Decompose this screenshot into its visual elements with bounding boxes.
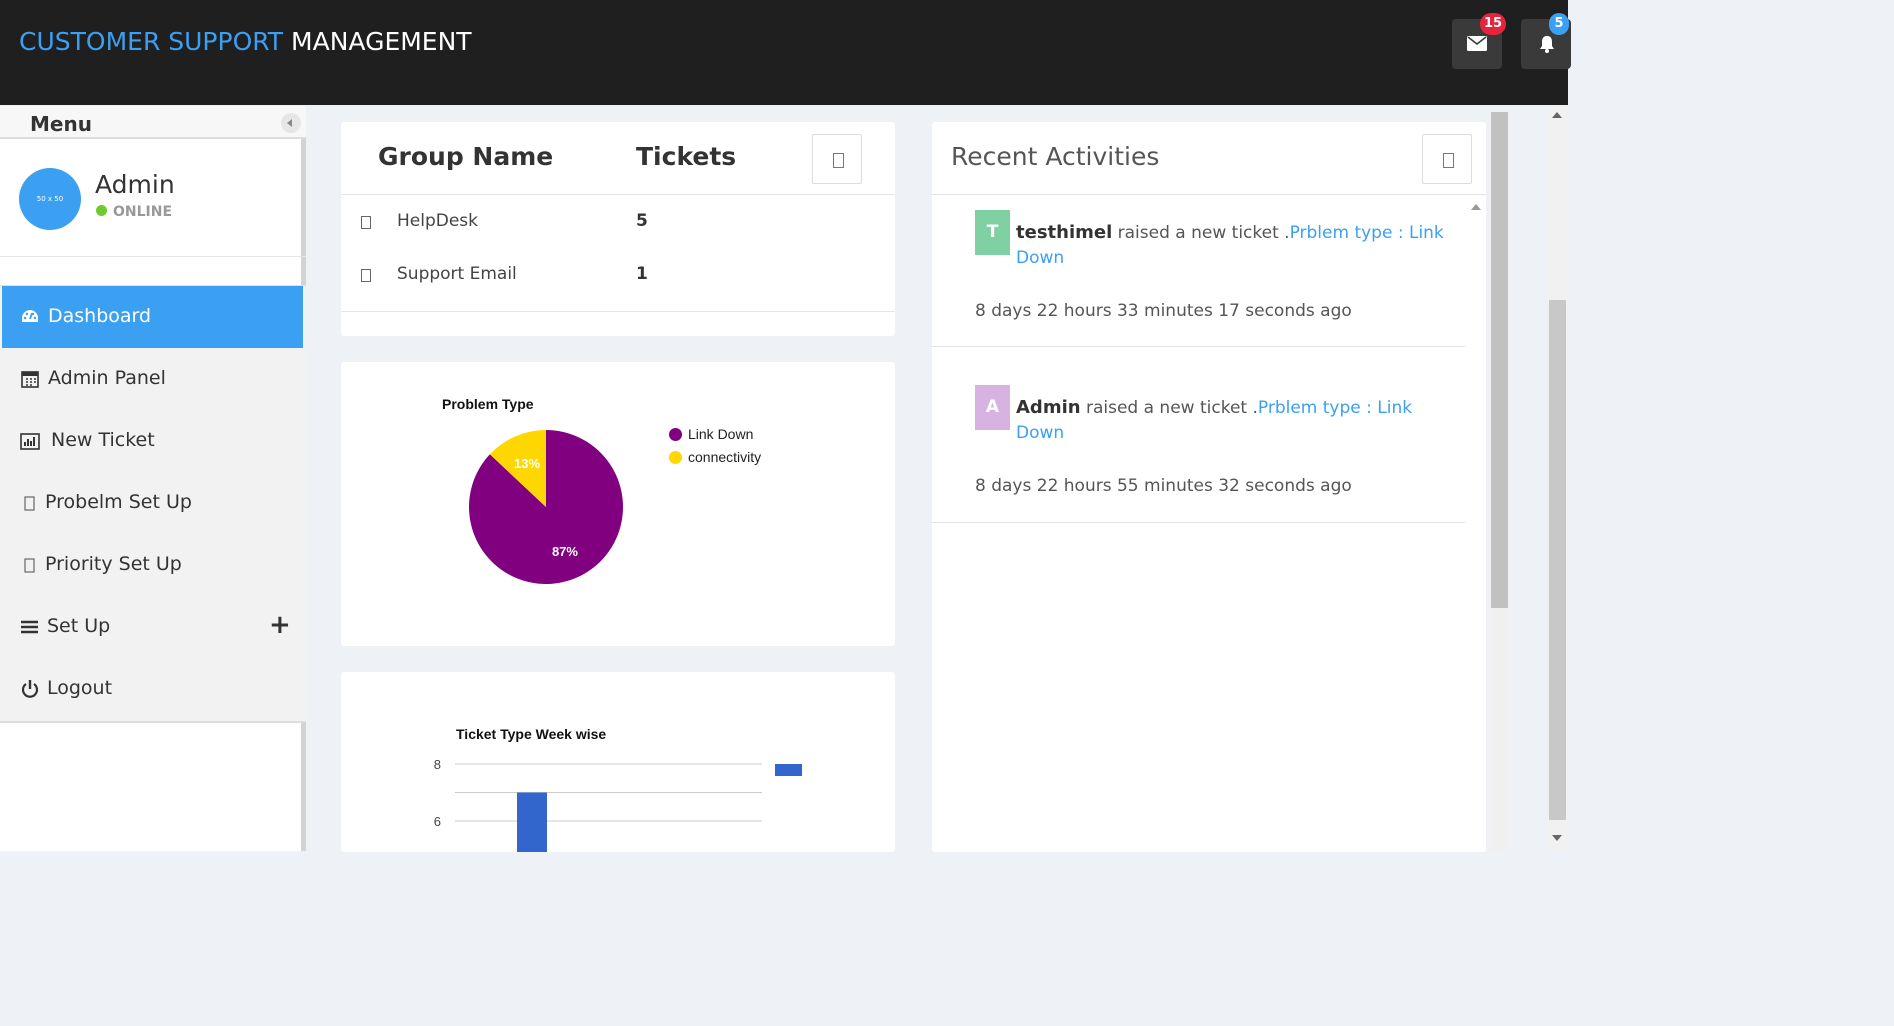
activity-time: 8 days 22 hours 55 minutes 32 seconds ag… (975, 476, 1352, 496)
sidebar-item-problem-setup[interactable]: Probelm Set Up (2, 472, 303, 534)
user-status: ONLINE (96, 204, 172, 220)
online-dot-icon (96, 205, 107, 216)
sidebar-item-priority-setup[interactable]: Priority Set Up (2, 534, 303, 596)
chart-title: Problem Type (442, 396, 534, 412)
sidebar-item-label: Dashboard (48, 305, 152, 327)
sidebar: Menu 50 x 50 Admin ONLINE Dashboard Admi… (0, 106, 306, 851)
power-icon (21, 680, 39, 698)
bar[interactable] (517, 792, 547, 853)
menu-title: Menu (30, 112, 92, 136)
user-status-label: ONLINE (113, 204, 173, 220)
sidebar-item-label: Priority Set Up (45, 553, 182, 575)
notifications-button[interactable]: 5 (1521, 13, 1571, 69)
ticket-type-week-chart-card: Ticket Type Week wise 86 (341, 672, 895, 852)
activity-text: Admin raised a new ticket .Prblem type :… (1016, 395, 1446, 446)
activity-avatar: T (975, 210, 1010, 255)
group-name: HelpDesk (397, 211, 479, 231)
sidebar-item-label: Logout (47, 677, 113, 699)
activity-item[interactable]: T testhimel raised a new ticket .Prblem … (932, 195, 1465, 347)
collapse-sidebar-icon[interactable] (281, 113, 301, 133)
calendar-icon (21, 371, 39, 388)
menu-header: Menu (0, 106, 306, 139)
activities-card-menu-button[interactable] (1422, 134, 1472, 184)
sidebar-item-label: Set Up (47, 615, 111, 637)
activity-item[interactable]: A Admin raised a new ticket .Prblem type… (932, 347, 1465, 523)
group-name: Support Email (397, 264, 517, 284)
file-icon (24, 558, 35, 573)
scroll-down-arrow-icon[interactable] (1552, 835, 1562, 841)
sidebar-item-new-ticket[interactable]: New Ticket (2, 410, 303, 472)
top-navbar: CUSTOMER SUPPORT MANAGEMENT 15 5 (0, 0, 1571, 105)
chart-title: Ticket Type Week wise (456, 726, 607, 742)
user-profile: 50 x 50 Admin ONLINE (0, 141, 306, 257)
y-tick-label: 6 (434, 814, 441, 829)
activity-text: testhimel raised a new ticket .Prblem ty… (1016, 220, 1446, 271)
activities-scrollbar[interactable] (1466, 200, 1486, 850)
pie-chart: 87% 13% (469, 430, 623, 584)
sidebar-item-label: Probelm Set Up (45, 491, 192, 513)
file-icon (1443, 153, 1454, 168)
user-name: Admin (95, 170, 175, 199)
sidebar-item-label: Admin Panel (48, 367, 166, 389)
legend-swatch (669, 451, 682, 464)
legend-label: connectivity (688, 449, 762, 465)
activity-time: 8 days 22 hours 33 minutes 17 seconds ag… (975, 301, 1352, 321)
y-tick-label: 8 (434, 757, 441, 772)
legend-swatch[interactable] (775, 764, 802, 776)
bar-chart: 86 (434, 757, 802, 853)
activity-user[interactable]: testhimel (1016, 222, 1112, 243)
divider (341, 311, 895, 312)
group-card-menu-button[interactable] (812, 134, 862, 184)
bars-icon (21, 620, 38, 634)
sidebar-item-admin-panel[interactable]: Admin Panel (2, 348, 303, 410)
recent-activities-title: Recent Activities (951, 142, 1160, 171)
legend-item[interactable]: connectivity (669, 449, 761, 465)
divider (341, 194, 895, 195)
legend-label: Link Down (688, 426, 754, 442)
mail-button[interactable]: 15 (1452, 13, 1507, 69)
avatar: 50 x 50 (19, 168, 81, 230)
sidebar-item-label: New Ticket (51, 429, 155, 451)
problem-type-chart-card: Problem Type 87% 13% Link Down connectiv… (341, 362, 895, 646)
content-scrollbar-thumb[interactable] (1491, 112, 1508, 608)
sidebar-item-logout[interactable]: Logout (2, 658, 303, 720)
page-scrollbar-thumb[interactable] (1549, 300, 1566, 820)
group-name-header: Group Name (378, 142, 554, 171)
app-title-primary: CUSTOMER SUPPORT (19, 27, 284, 56)
dashboard-icon (22, 310, 38, 322)
file-icon (833, 153, 844, 168)
ticket-count: 5 (636, 211, 648, 231)
expand-plus-icon[interactable]: + (269, 610, 291, 640)
file-icon (361, 216, 371, 229)
bell-icon (1540, 36, 1554, 53)
app-title-secondary: MANAGEMENT (291, 27, 472, 56)
file-icon (24, 496, 35, 511)
activity-action: raised a new ticket . (1112, 223, 1290, 243)
sidebar-nav: Dashboard Admin Panel New Ticket Probelm… (0, 285, 306, 723)
activity-avatar: A (975, 385, 1010, 430)
app-title[interactable]: CUSTOMER SUPPORT MANAGEMENT (19, 27, 472, 56)
activity-user[interactable]: Admin (1016, 397, 1081, 418)
slice-label: 87% (552, 544, 578, 559)
notification-count-badge: 5 (1549, 13, 1569, 35)
sidebar-item-setup[interactable]: Set Up + (2, 596, 303, 658)
sidebar-item-dashboard[interactable]: Dashboard (2, 286, 303, 348)
group-tickets-card: Group Name Tickets HelpDesk 5 Support Em… (341, 122, 895, 336)
bar-chart-icon (20, 433, 40, 450)
slice-label: 13% (514, 456, 540, 471)
tickets-header: Tickets (636, 142, 737, 171)
ticket-count: 1 (636, 264, 648, 284)
legend-swatch (669, 428, 682, 441)
legend-item[interactable]: Link Down (669, 426, 753, 442)
envelope-icon (1467, 36, 1487, 51)
mail-count-badge: 15 (1480, 13, 1507, 35)
activity-action: raised a new ticket . (1080, 398, 1258, 418)
file-icon (361, 269, 371, 282)
scroll-up-arrow-icon[interactable] (1471, 204, 1481, 210)
scroll-up-arrow-icon[interactable] (1552, 112, 1562, 118)
recent-activities-card: Recent Activities T testhimel raised a n… (932, 122, 1486, 852)
